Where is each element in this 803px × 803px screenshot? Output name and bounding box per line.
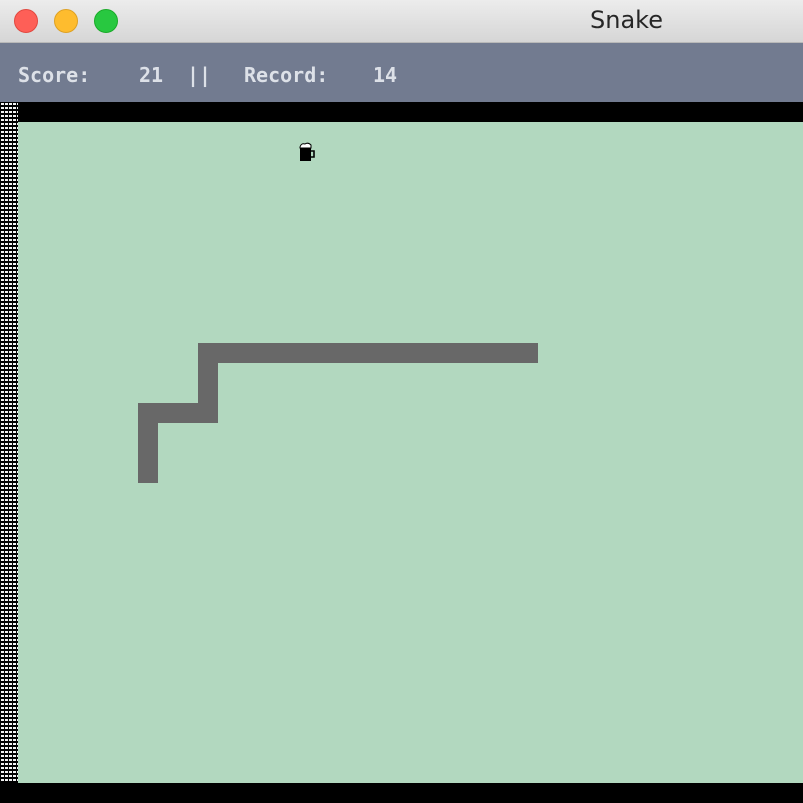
record-value: 14 — [373, 63, 398, 87]
brick-wall-bottom — [0, 783, 803, 803]
snake-segment — [138, 403, 158, 483]
score-value: 21 — [139, 63, 164, 87]
score-separator: || — [187, 63, 212, 87]
game-field — [18, 122, 803, 783]
score-bar: Score: 21 || Record: 14 — [0, 43, 803, 102]
window-title: Snake — [590, 6, 663, 34]
brick-wall-left — [0, 102, 18, 803]
brick-wall-top — [0, 102, 803, 122]
beer-mug-icon — [299, 142, 315, 161]
snake-segment — [198, 343, 538, 363]
record-label: Record: — [244, 63, 329, 87]
score-label: Score: — [18, 63, 91, 87]
window-titlebar: Snake — [0, 0, 803, 43]
